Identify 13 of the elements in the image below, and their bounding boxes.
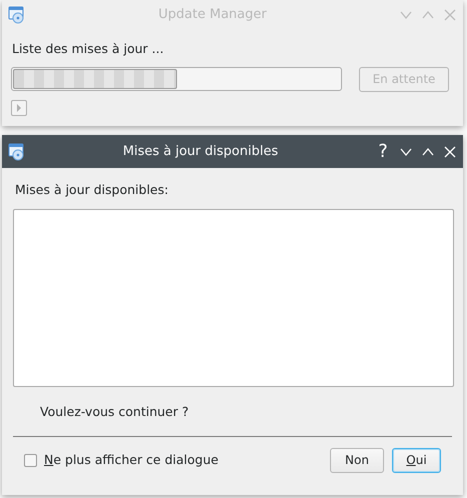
question-text: Voulez-vous continuer ?: [40, 402, 190, 421]
dialog-button[interactable]: Oui: [392, 448, 441, 472]
dialog-button[interactable]: Non: [330, 448, 384, 472]
app-icon: [8, 6, 26, 24]
window-title: Mises à jour disponibles: [122, 142, 280, 161]
expand-button[interactable]: [11, 100, 27, 116]
checkbox-label: Ne plus afficher ce dialogue: [44, 450, 218, 469]
play-icon: [16, 104, 22, 112]
checkbox[interactable]: [24, 454, 37, 466]
list-label: Mises à jour disponibles:: [15, 181, 170, 199]
app-icon: [8, 142, 26, 160]
help-button[interactable]: ?: [375, 144, 391, 160]
status-text: Liste des mises à jour ...: [12, 40, 165, 58]
